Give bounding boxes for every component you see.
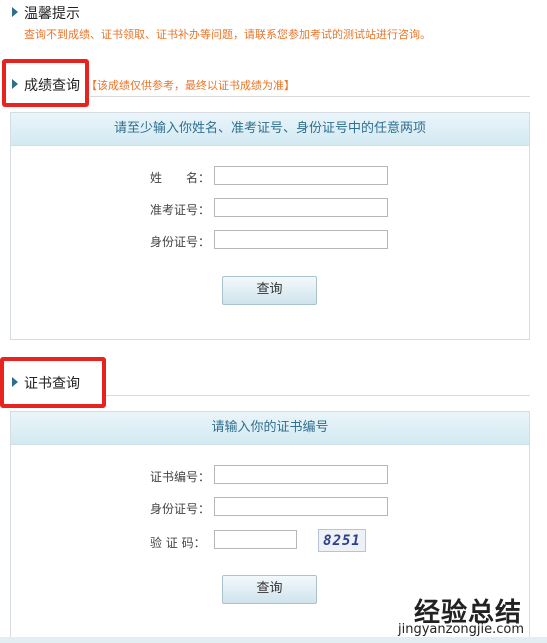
score-query-button[interactable]: 查询 bbox=[222, 276, 317, 305]
watermark-url: jingyanzongjie.com bbox=[398, 622, 525, 637]
cert-number-input[interactable] bbox=[214, 465, 388, 484]
cert-number-label: 证书编号： bbox=[150, 470, 211, 484]
score-section-highlight bbox=[2, 59, 89, 107]
cert-query-button[interactable]: 查询 bbox=[222, 575, 317, 604]
cert-id-label: 身份证号： bbox=[150, 502, 211, 516]
tips-arrow-icon bbox=[12, 7, 18, 17]
score-section-divider bbox=[90, 96, 530, 97]
captcha-input[interactable] bbox=[214, 530, 297, 549]
name-input[interactable] bbox=[214, 166, 388, 185]
exam-number-input[interactable] bbox=[214, 198, 388, 217]
score-panel-header: 请至少输入你姓名、准考证号、身份证号中的任意两项 bbox=[11, 113, 529, 146]
cert-id-input[interactable] bbox=[214, 497, 388, 516]
cert-section-highlight bbox=[0, 357, 106, 408]
name-label: 姓 名： bbox=[150, 171, 211, 185]
id-number-input[interactable] bbox=[214, 230, 388, 249]
score-query-panel: 请至少输入你姓名、准考证号、身份证号中的任意两项 bbox=[10, 112, 530, 340]
captcha-label: 验 证 码： bbox=[150, 536, 206, 550]
score-disclaimer: 【该成绩仅供参考，最终以证书成绩为准】 bbox=[86, 79, 295, 92]
bottom-strip bbox=[0, 637, 547, 643]
captcha-image[interactable]: 8251 bbox=[318, 529, 366, 552]
id-number-label: 身份证号： bbox=[150, 235, 211, 249]
cert-section-divider bbox=[106, 395, 530, 396]
tips-title: 温馨提示 bbox=[24, 6, 80, 22]
exam-number-label: 准考证号： bbox=[150, 203, 211, 217]
cert-panel-header: 请输入你的证书编号 bbox=[11, 412, 529, 445]
tips-text: 查询不到成绩、证书领取、证书补办等问题，请联系您参加考试的测试站进行咨询。 bbox=[24, 28, 431, 41]
